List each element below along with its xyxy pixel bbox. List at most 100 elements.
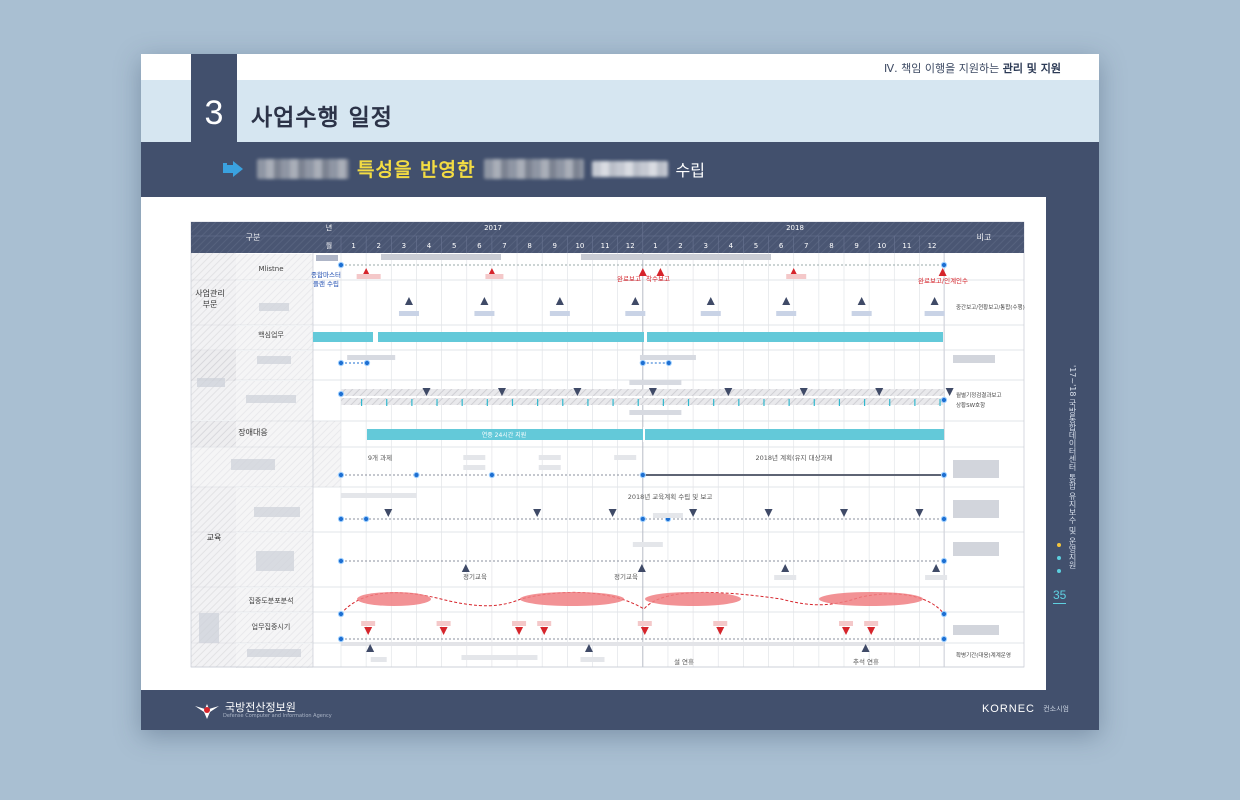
regular-edu-text-1: 정기교육	[463, 572, 487, 581]
ms-done-text: 완료보고	[617, 275, 641, 283]
redacted-chip	[461, 655, 538, 660]
redacted-chip	[398, 311, 419, 316]
subcategory-cell	[236, 351, 313, 380]
edu-plan-text: 2018년 교육계획 수립 및 보고	[628, 492, 713, 501]
rail-dot	[1057, 543, 1061, 547]
ms-start-text-1: 종합마스터	[311, 270, 341, 279]
timeline-dot	[940, 515, 948, 523]
load-peak	[357, 592, 431, 606]
triangle-up-marker	[631, 297, 640, 305]
timeline-dot	[639, 471, 646, 479]
ms-end-text: 완료보고/인계인수	[918, 276, 968, 285]
triangle-up-marker	[404, 297, 413, 305]
triangle-down-marker	[540, 627, 549, 635]
triangle-up-marker	[461, 564, 470, 572]
header-month-label: 월	[326, 241, 332, 250]
triangle-down-marker	[840, 509, 848, 517]
redacted-chip	[864, 621, 879, 626]
triangle-down-marker	[716, 627, 725, 635]
agency-subname: Defense Computer and Information Agency	[223, 713, 332, 719]
redacted-chip	[485, 274, 504, 279]
redacted-note	[953, 542, 999, 556]
month-label: 12	[928, 242, 937, 250]
redacted-chip	[549, 311, 570, 316]
redacted-note	[953, 460, 999, 478]
triangle-up-marker	[930, 297, 939, 305]
redacted-chip	[632, 542, 663, 547]
load-peak	[645, 592, 741, 606]
incident-bar	[367, 429, 944, 440]
month-label: 3	[402, 242, 406, 250]
row-label-intensive: 업무집중시기	[252, 622, 291, 631]
redacted-chip	[713, 621, 728, 626]
redacted-chip	[347, 355, 396, 360]
timeline-dot	[363, 359, 371, 367]
row-label-milestone: Mlistne	[258, 265, 283, 273]
redacted-label	[246, 395, 296, 403]
redacted-label	[259, 303, 289, 311]
tasks-9-text: 9개 과제	[368, 453, 392, 462]
triangle-up-marker	[782, 297, 791, 305]
triangle-up-marker	[932, 564, 941, 572]
group-label-education: 교육	[207, 533, 222, 542]
month-label: 1	[351, 242, 355, 250]
redacted-chip	[436, 621, 451, 626]
month-label: 11	[601, 242, 610, 250]
header-year-2018: 2018	[786, 224, 804, 232]
section-number: 3	[191, 54, 237, 142]
header-year-label: 년	[326, 223, 332, 232]
triangle-up-marker	[637, 564, 646, 572]
tasks-2018-text: 2018년 계획(유지 대상과제	[755, 453, 832, 462]
month-label: 9	[553, 242, 557, 250]
note-1: 중간보고/현황보고/통합(수행)	[956, 303, 1025, 311]
month-label: 2	[376, 242, 380, 250]
timeline-dot	[337, 359, 345, 367]
month-label: 3	[703, 242, 707, 250]
triangle-down-marker	[640, 627, 649, 635]
header-category: 구분	[246, 233, 261, 242]
month-label: 10	[877, 242, 886, 250]
top-bar: Ⅳ. 책임 이행을 지원하는 관리 및 지원	[141, 54, 1099, 80]
redacted-chip	[786, 274, 807, 279]
triangle-up-marker	[857, 297, 866, 305]
agency-emblem-icon	[195, 704, 219, 719]
redacted-text	[257, 158, 349, 179]
subtitle: 특성을 반영한 수립	[221, 155, 705, 185]
triangle-up-marker	[781, 564, 790, 572]
subtitle-main: 특성을 반영한	[357, 159, 476, 181]
redacted-chip	[851, 311, 872, 316]
redacted-label	[231, 459, 275, 470]
month-label: 8	[527, 242, 531, 250]
redacted-chip	[370, 657, 387, 662]
redacted-chip	[700, 311, 721, 316]
triangle-up-marker	[656, 268, 665, 276]
timeline-dot	[665, 359, 672, 367]
redacted-label	[247, 649, 301, 657]
month-label: 11	[902, 242, 911, 250]
arrow-right-icon	[223, 160, 243, 177]
redacted-chip	[614, 455, 637, 460]
redacted-chip	[637, 621, 652, 626]
month-label: 2	[678, 242, 682, 250]
redacted-chip	[925, 575, 948, 580]
redacted-chip	[625, 311, 646, 316]
redacted-text	[483, 158, 584, 179]
redacted-label	[199, 613, 219, 643]
hatched-bar	[341, 389, 944, 396]
timeline-dot	[488, 471, 495, 479]
note-2b: 상황SW호항	[956, 401, 985, 409]
incident-bar-text: 연중 24시간 지원	[482, 431, 527, 439]
redacted-chip	[580, 657, 605, 662]
triangle-down-marker	[533, 509, 542, 517]
triangle-up-marker	[938, 268, 947, 276]
timeline-dot	[639, 515, 646, 523]
month-label: 4	[427, 242, 432, 250]
redacted-chip	[652, 513, 683, 518]
triangle-up-marker	[555, 297, 564, 305]
redacted-chip	[340, 493, 417, 498]
redacted-chip	[639, 355, 696, 360]
month-label: 5	[754, 242, 758, 250]
redacted-chip	[512, 621, 527, 626]
redacted-chip	[361, 621, 376, 626]
month-label: 8	[829, 242, 833, 250]
